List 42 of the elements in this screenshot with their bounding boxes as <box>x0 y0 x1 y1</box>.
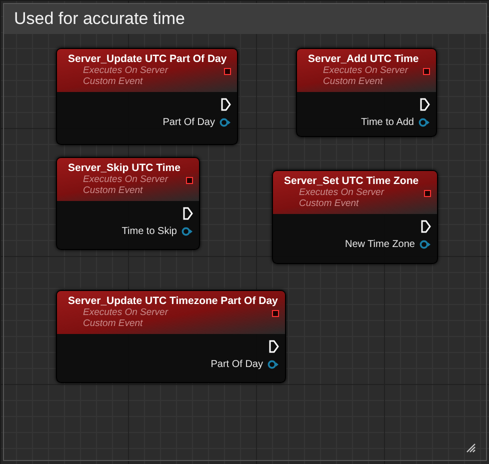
node-subtitle: Executes On Server <box>82 65 170 76</box>
node-subtitle: Custom Event <box>298 198 360 209</box>
output-pin-icon[interactable] <box>418 118 430 127</box>
node-title: Server_Skip UTC Time <box>68 162 180 174</box>
output-pin-icon[interactable] <box>181 227 193 236</box>
event-node[interactable]: Server_Update UTC Part Of Day Executes On Server Custom Event Part Of Day <box>56 48 238 145</box>
delegate-pin[interactable] <box>424 190 431 197</box>
delegate-pin[interactable] <box>224 68 231 75</box>
node-title: Server_Update UTC Part Of Day <box>68 53 227 65</box>
node-title: Server_Add UTC Time <box>308 53 419 65</box>
output-pin-icon[interactable] <box>219 118 231 127</box>
output-pin-icon[interactable] <box>419 240 431 249</box>
event-node[interactable]: Server_Skip UTC Time Executes On Server Custom Event Time to Skip <box>56 157 200 250</box>
pin-label: Time to Add <box>361 117 414 128</box>
node-subtitle: Custom Event <box>82 185 144 196</box>
exec-pin-icon[interactable] <box>421 220 431 233</box>
pin-label: Part Of Day <box>162 117 215 128</box>
node-subtitle: Custom Event <box>82 318 144 329</box>
event-node[interactable]: Server_Add UTC Time Executes On Server Custom Event Time to Add <box>296 48 437 137</box>
delegate-pin[interactable] <box>423 68 430 75</box>
output-pin-icon[interactable] <box>267 360 279 369</box>
node-title: Server_Update UTC Timezone Part Of Day <box>68 295 278 307</box>
node-subtitle: Executes On Server <box>82 174 170 185</box>
node-subtitle: Executes On Server <box>82 307 170 318</box>
exec-pin-icon[interactable] <box>269 340 279 353</box>
node-subtitle: Custom Event <box>322 76 384 87</box>
node-subtitle: Custom Event <box>82 76 144 87</box>
event-node[interactable]: Server_Update UTC Timezone Part Of Day Executes On Server Custom Event Part Of Day <box>56 290 286 383</box>
node-title: Server_Set UTC Time Zone <box>284 175 419 187</box>
comment-title: Used for accurate time <box>4 4 486 34</box>
exec-pin-icon[interactable] <box>183 207 193 220</box>
node-subtitle: Executes On Server <box>322 65 410 76</box>
pin-label: New Time Zone <box>344 239 415 250</box>
node-subtitle: Executes On Server <box>298 187 386 198</box>
pin-label: Time to Skip <box>122 226 177 237</box>
exec-pin-icon[interactable] <box>221 98 231 111</box>
pin-label: Part Of Day <box>210 359 263 370</box>
event-node[interactable]: Server_Set UTC Time Zone Executes On Server Custom Event New Time Zone <box>272 170 438 264</box>
delegate-pin[interactable] <box>272 310 279 317</box>
delegate-pin[interactable] <box>186 177 193 184</box>
resize-grip-icon[interactable] <box>466 443 476 453</box>
exec-pin-icon[interactable] <box>420 98 430 111</box>
